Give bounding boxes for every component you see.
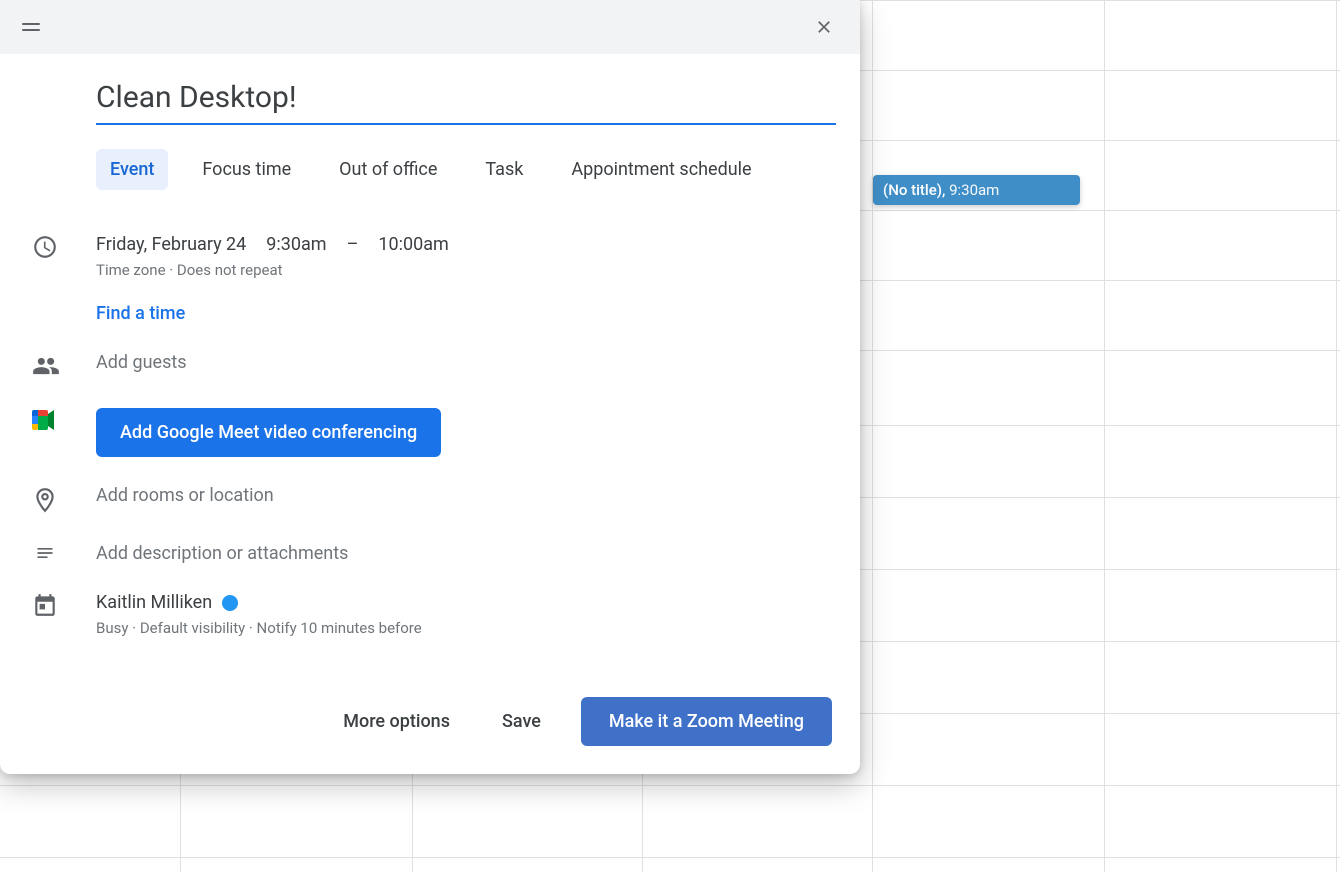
event-end-time[interactable]: 10:00am bbox=[378, 234, 448, 255]
tab-focus-time[interactable]: Focus time bbox=[188, 149, 305, 190]
google-meet-icon bbox=[32, 408, 60, 432]
tab-event[interactable]: Event bbox=[96, 149, 168, 190]
tab-appointment-schedule[interactable]: Appointment schedule bbox=[557, 149, 765, 190]
drag-handle-icon[interactable] bbox=[16, 15, 40, 39]
close-icon bbox=[814, 17, 834, 37]
event-title-input[interactable] bbox=[96, 74, 836, 125]
chip-title: (No title), bbox=[883, 181, 945, 199]
add-location-field[interactable]: Add rooms or location bbox=[96, 485, 832, 506]
modal-header bbox=[0, 0, 860, 54]
event-type-tabs: Event Focus time Out of office Task Appo… bbox=[96, 149, 832, 190]
chip-time: 9:30am bbox=[949, 181, 999, 199]
event-date[interactable]: Friday, February 24 bbox=[96, 234, 246, 255]
find-a-time-link[interactable]: Find a time bbox=[96, 303, 185, 324]
add-guests-field[interactable]: Add guests bbox=[96, 352, 832, 373]
event-create-modal: Event Focus time Out of office Task Appo… bbox=[0, 0, 860, 774]
calendar-owner-details[interactable]: Busy · Default visibility · Notify 10 mi… bbox=[96, 619, 832, 637]
tab-task[interactable]: Task bbox=[471, 149, 537, 190]
add-description-field[interactable]: Add description or attachments bbox=[96, 543, 832, 564]
description-icon bbox=[32, 543, 58, 563]
calendar-event-chip[interactable]: (No title), 9:30am bbox=[873, 175, 1080, 205]
location-icon bbox=[32, 485, 58, 515]
timezone-repeat-line[interactable]: Time zone · Does not repeat bbox=[96, 261, 832, 279]
time-dash: – bbox=[347, 234, 359, 255]
more-options-button[interactable]: More options bbox=[331, 701, 462, 742]
calendar-icon bbox=[32, 592, 58, 618]
save-button[interactable]: Save bbox=[490, 701, 553, 742]
tab-out-of-office[interactable]: Out of office bbox=[325, 149, 451, 190]
close-button[interactable] bbox=[804, 7, 844, 47]
event-start-time[interactable]: 9:30am bbox=[266, 234, 326, 255]
make-zoom-meeting-button[interactable]: Make it a Zoom Meeting bbox=[581, 697, 832, 746]
calendar-owner-name[interactable]: Kaitlin Milliken bbox=[96, 592, 212, 613]
clock-icon bbox=[32, 234, 58, 260]
calendar-color-dot bbox=[222, 595, 238, 611]
add-google-meet-button[interactable]: Add Google Meet video conferencing bbox=[96, 408, 441, 457]
people-icon bbox=[32, 352, 60, 380]
